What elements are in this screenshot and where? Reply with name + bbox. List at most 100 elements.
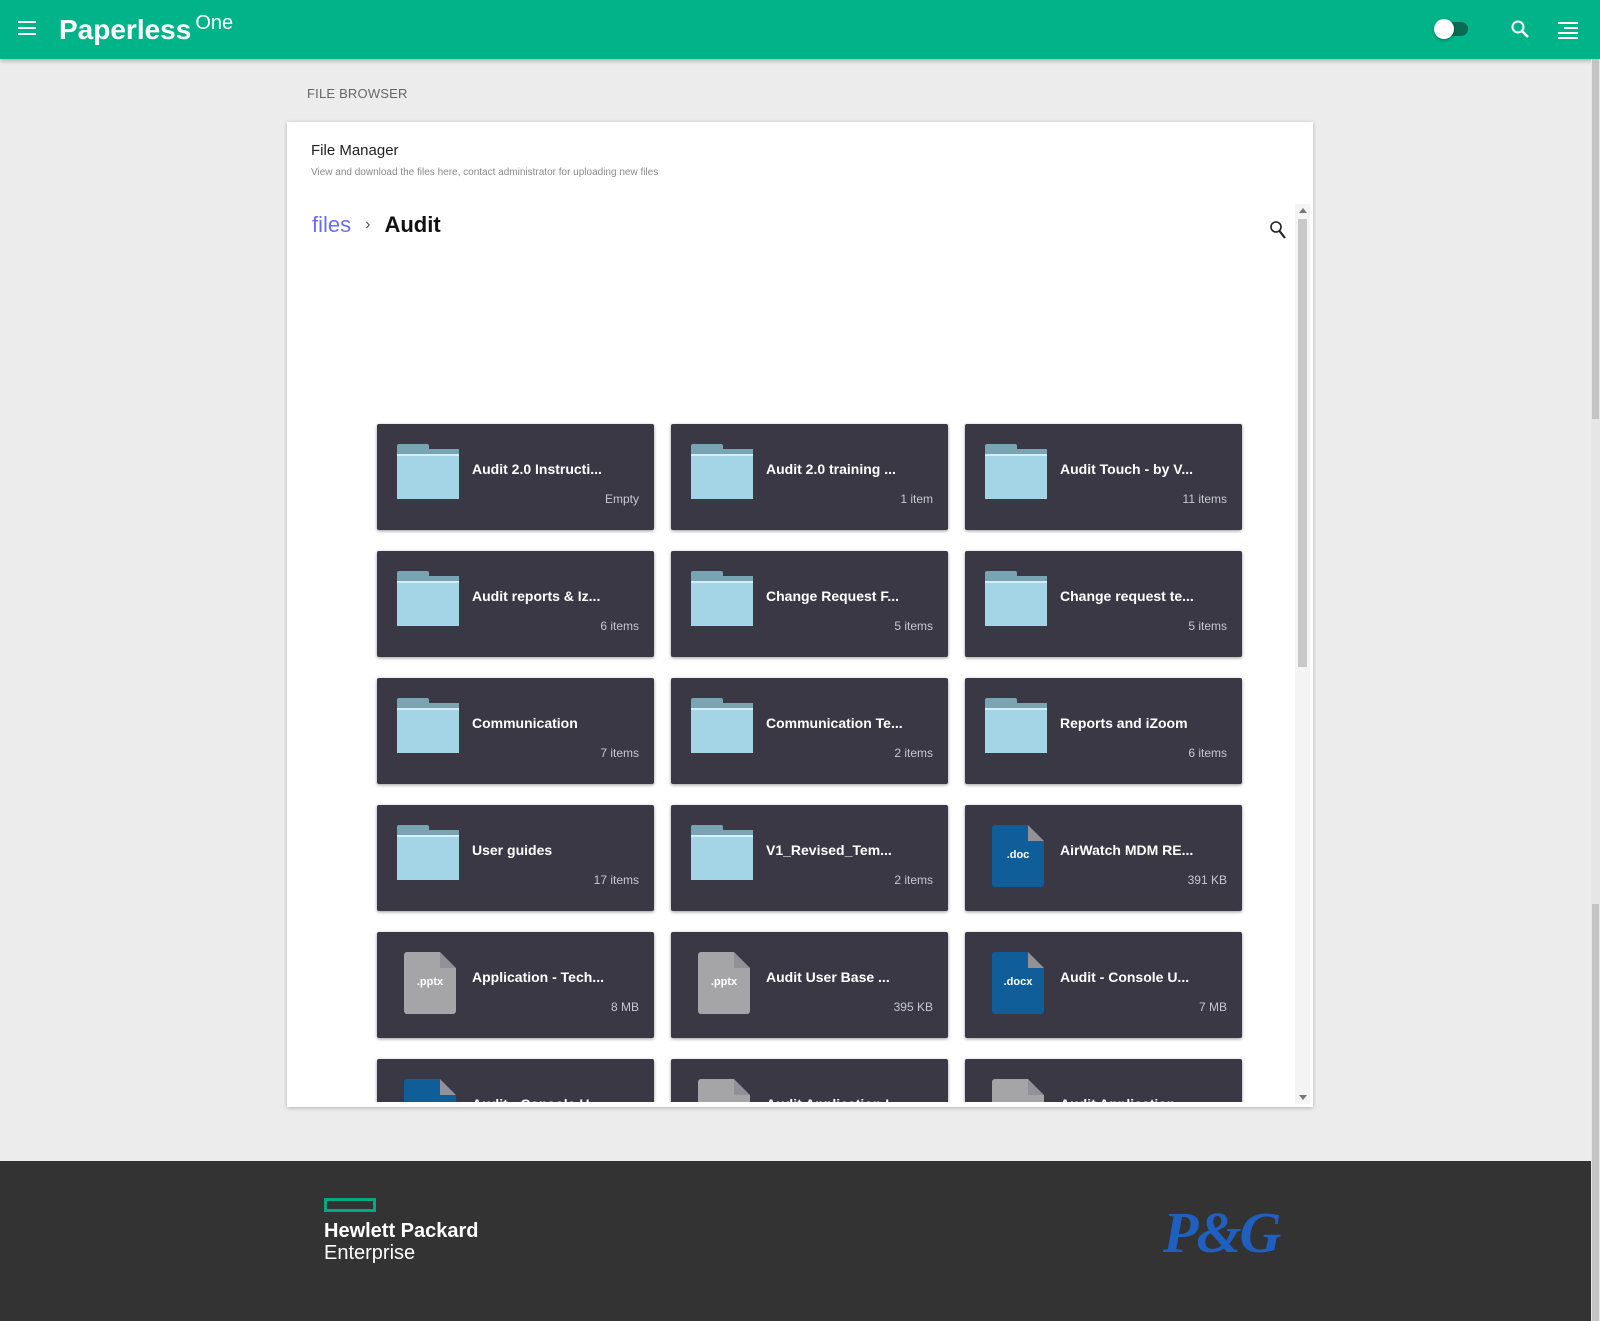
tile-meta: 6 items (600, 619, 639, 633)
scroll-thumb[interactable] (1298, 219, 1307, 667)
folder-icon (691, 825, 753, 881)
file-manager-card: File Manager View and download the files… (287, 122, 1313, 1107)
tile-meta: 7 MB (1198, 1000, 1227, 1014)
scroll-down-icon[interactable] (1299, 1095, 1307, 1100)
file-tile[interactable]: .pptx Audit User Base ... 395 KB (671, 932, 948, 1038)
brand-suffix: One (195, 12, 234, 34)
tile-name: Communication Te... (766, 715, 903, 731)
file-tile[interactable]: .docx Audit - Console U... 7 MB (965, 932, 1242, 1038)
file-tile[interactable]: .pptxAudit Application I...3 MB (671, 1059, 948, 1102)
tile-meta: 2 items (894, 746, 933, 760)
tile-meta: 6 items (1188, 746, 1227, 760)
tile-name: User guides (472, 842, 553, 858)
tile-meta: 1 item (900, 492, 933, 506)
folder-tile[interactable]: V1_Revised_Tem... 2 items (671, 805, 948, 911)
scroll-up-icon[interactable] (1299, 208, 1307, 213)
file-extension-label: .doc (1006, 849, 1030, 861)
tile-meta: 8 MB (610, 1000, 639, 1014)
tile-name: Audit - Console U... (1060, 969, 1190, 985)
folder-tile[interactable]: Change Request F... 5 items (671, 551, 948, 657)
breadcrumb-root-link[interactable]: files (312, 212, 351, 238)
app-bar: Paperless One (0, 0, 1600, 59)
file-extension-label: .pptx (416, 976, 444, 988)
breadcrumb-current: Audit (384, 212, 441, 237)
card-subtitle: View and download the files here, contac… (311, 167, 659, 178)
folder-icon (985, 571, 1047, 627)
tile-name: AirWatch MDM RE... (1060, 842, 1194, 858)
tile-name: Audit 2.0 training ... (766, 461, 896, 477)
folder-icon (397, 444, 459, 500)
file-icon: .pptx (992, 1079, 1044, 1102)
tile-name: V1_Revised_Tem... (766, 842, 892, 858)
card-title: File Manager (311, 142, 399, 159)
tile-meta: 11 items (1182, 492, 1227, 506)
tile-name: Audit reports & Iz... (472, 588, 601, 604)
folder-icon (691, 571, 753, 627)
tile-name: Change request te... (1060, 588, 1194, 604)
folder-tile[interactable]: Change request te... 5 items (965, 551, 1242, 657)
folder-tile[interactable]: Audit reports & Iz... 6 items (377, 551, 654, 657)
folder-icon (985, 698, 1047, 754)
file-tile[interactable]: .pptx Application - Tech... 8 MB (377, 932, 654, 1038)
tile-meta: 17 items (593, 873, 639, 887)
folder-tile[interactable]: Audit 2.0 training ... 1 item (671, 424, 948, 530)
file-icon: .docx (992, 952, 1044, 1014)
section-label: FILE BROWSER (307, 86, 408, 101)
tile-name: Audit - Console U... (472, 1096, 601, 1102)
hpe-logo-line2: Enterprise (324, 1242, 416, 1264)
tile-meta: 391 KB (1187, 873, 1227, 887)
hamburger-icon[interactable] (18, 21, 36, 35)
tile-meta: Empty (604, 492, 639, 506)
tile-name: Audit User Base ... (766, 969, 890, 985)
page-scrollbar[interactable] (1591, 59, 1600, 1321)
theme-toggle[interactable] (1434, 19, 1468, 39)
tile-name: Change Request F... (766, 588, 900, 604)
folder-icon (397, 825, 459, 881)
folder-tile[interactable]: Reports and iZoom 6 items (965, 678, 1242, 784)
file-grid-scrollbar[interactable] (1295, 204, 1310, 1104)
search-icon[interactable] (1510, 19, 1530, 39)
file-icon: .docx (404, 1079, 456, 1102)
chevron-right-icon: › (365, 216, 371, 233)
folder-icon (691, 444, 753, 500)
folder-tile[interactable]: Audit Touch - by V... 11 items (965, 424, 1242, 530)
tile-name: Reports and iZoom (1060, 715, 1188, 731)
search-icon[interactable] (1269, 220, 1287, 240)
tile-meta: 7 items (600, 746, 639, 760)
tile-meta: 5 items (1188, 619, 1227, 633)
brand-title[interactable]: Paperless One (59, 12, 234, 46)
folder-tile[interactable]: User guides 17 items (377, 805, 654, 911)
folder-icon (691, 698, 753, 754)
file-icon: .pptx (698, 1079, 750, 1102)
folder-tile[interactable]: Communication Te... 2 items (671, 678, 948, 784)
file-grid: Audit 2.0 Instructi... Empty Audit 2.0 tra… (287, 302, 1293, 1102)
file-icon: .pptx (698, 952, 750, 1014)
tile-name: Audit Application I... (766, 1096, 901, 1102)
file-icon: .pptx (404, 952, 456, 1014)
pg-logo: P&G (1163, 1200, 1281, 1265)
file-extension-label: .docx (1003, 976, 1033, 988)
tile-name: Application - Tech... (472, 969, 604, 985)
hpe-logo: Hewlett Packard Enterprise (324, 1198, 479, 1264)
menu-lines-icon[interactable] (1558, 22, 1578, 39)
folder-tile[interactable]: Communication 7 items (377, 678, 654, 784)
file-tile[interactable]: .doc AirWatch MDM RE... 391 KB (965, 805, 1242, 911)
tile-meta: 2 items (894, 873, 933, 887)
tile-name: Audit Application ... (1060, 1096, 1191, 1102)
folder-tile[interactable]: Audit 2.0 Instructi... Empty (377, 424, 654, 530)
breadcrumb: files › Audit (312, 212, 441, 238)
footer: Hewlett Packard Enterprise P&G (0, 1161, 1591, 1321)
file-icon: .doc (992, 825, 1044, 887)
folder-icon (397, 698, 459, 754)
file-tile[interactable]: .pptxAudit Application ...3 MB (965, 1059, 1242, 1102)
tile-name: Communication (472, 715, 578, 731)
hpe-element-icon (324, 1198, 376, 1212)
tile-meta: 5 items (894, 619, 933, 633)
hpe-logo-line1: Hewlett Packard (324, 1220, 479, 1242)
file-tile[interactable]: .docxAudit - Console U...5 MB (377, 1059, 654, 1102)
tile-meta: 395 KB (893, 1000, 933, 1014)
file-extension-label: .pptx (710, 976, 738, 988)
folder-icon (397, 571, 459, 627)
tile-name: Audit 2.0 Instructi... (472, 461, 602, 477)
folder-icon (985, 444, 1047, 500)
